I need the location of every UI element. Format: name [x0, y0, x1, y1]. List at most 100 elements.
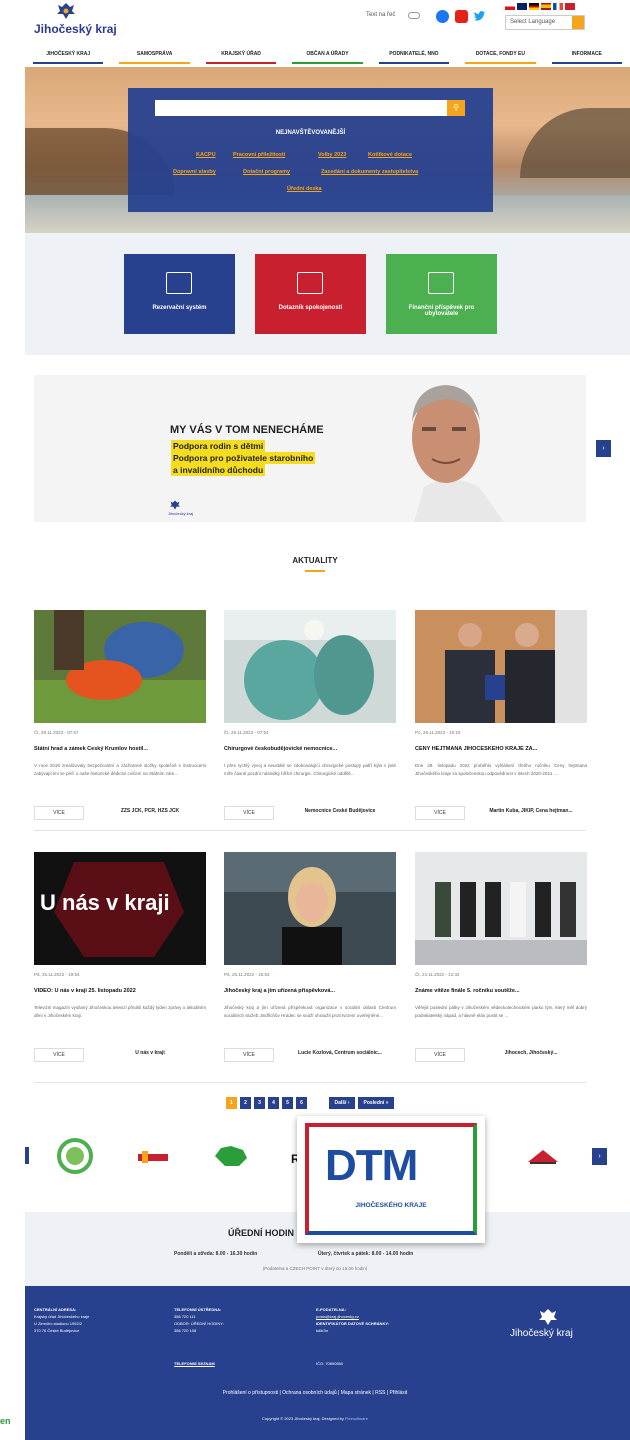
news-more-button[interactable]: VÍCE: [34, 1048, 84, 1062]
news-excerpt: Dne 28. listopadu 2022 proběhlo vyhlášen…: [415, 763, 587, 776]
partner-logo-house[interactable]: [526, 1148, 560, 1166]
news-title[interactable]: Chirurgové českobudějovické nemocnice...: [224, 746, 396, 752]
news-image[interactable]: [415, 610, 587, 723]
news-tags[interactable]: Lucie Kozlová, Centrum sociálníc...: [284, 1050, 396, 1056]
news-image[interactable]: [224, 610, 396, 723]
quick-link[interactable]: Úřední deska: [287, 186, 322, 192]
news-image[interactable]: [224, 852, 396, 965]
twitter-icon[interactable]: [473, 10, 486, 23]
page-button[interactable]: 2: [240, 1097, 251, 1109]
page-button[interactable]: 1: [226, 1097, 237, 1109]
news-tags[interactable]: ZZS JČK, PČR, HZS JČK: [94, 808, 206, 814]
quick-link[interactable]: Dopravní stavby: [173, 169, 216, 175]
news-more-button[interactable]: VÍCE: [415, 1048, 465, 1062]
facebook-icon[interactable]: [436, 10, 449, 23]
news-title[interactable]: Známe vítěze finále 5. ročníku soutěže..…: [415, 988, 587, 994]
office-hours-tue-fri: Úterý, čtvrtek a pátek: 8.00 - 14.00 hod…: [318, 1251, 414, 1257]
news-date: Pá, 25.11.2022 - 15:53: [224, 972, 270, 977]
text-to-speech-toggle[interactable]: [408, 12, 420, 19]
language-select-label: Select Language: [510, 19, 556, 25]
nav-item[interactable]: JIHOČESKÝ KRAJ: [25, 45, 111, 67]
partner-logo-red[interactable]: [138, 1150, 168, 1164]
news-title[interactable]: VIDEO: U nás v kraji 25. listopadu 2022: [34, 988, 206, 994]
main-nav: JIHOČESKÝ KRAJ SAMOSPRÁVA KRAJSKÝ ÚŘAD OBČA…: [25, 45, 630, 67]
news-card[interactable]: Čt, 29.11.2023 - 07:57 Státní hrad a záme…: [34, 610, 206, 840]
quick-link[interactable]: Zasedání a dokumenty zastupitelstva: [321, 169, 418, 175]
tile-survey[interactable]: Dotazník spokojenosti: [255, 254, 366, 334]
language-select[interactable]: Select Language: [505, 15, 585, 30]
news-card[interactable]: Pá, 25.11.2022 - 15:53 Jihočeský kraj a j…: [224, 852, 396, 1082]
news-more-button[interactable]: VÍCE: [224, 806, 274, 820]
tile-reservation[interactable]: Rezervační systém: [124, 254, 235, 334]
news-card[interactable]: Čt, 24.11.2022 - 12:32 Známe vítěze finál…: [415, 852, 587, 1082]
page-button[interactable]: 4: [268, 1097, 279, 1109]
news-more-button[interactable]: VÍCE: [34, 806, 84, 820]
flag-de-icon[interactable]: [529, 3, 539, 10]
news-more-button[interactable]: VÍCE: [224, 1048, 274, 1062]
nav-item[interactable]: PODNIKATELÉ, NNO: [371, 45, 457, 67]
footer-phone-number[interactable]: 386 720 111: [174, 1314, 196, 1319]
news-image[interactable]: [415, 852, 587, 965]
partner-logo-ring[interactable]: [57, 1138, 93, 1174]
youtube-icon[interactable]: [455, 10, 468, 23]
partners-next-button[interactable]: ›: [592, 1148, 607, 1165]
site-logo[interactable]: Jihočeský kraj: [34, 2, 117, 40]
flag-fr-icon[interactable]: [553, 3, 563, 10]
flag-other-icon[interactable]: [565, 3, 575, 10]
footer-logo-text: Jihočeský kraj: [510, 1328, 573, 1339]
nav-item[interactable]: DOTACE, FONDY EU: [457, 45, 543, 67]
edge-text: en: [0, 1416, 11, 1426]
quick-link[interactable]: Pracovní příležitosti: [233, 152, 285, 158]
page-button[interactable]: 3: [254, 1097, 265, 1109]
partner-logo-map[interactable]: [213, 1144, 249, 1168]
search-button[interactable]: ⚲: [447, 100, 465, 116]
dtm-popup-logo[interactable]: DTM JIHOČESKÉHO KRAJE: [297, 1116, 485, 1243]
footer-epodatelna-email[interactable]: posta@kraj-jihocesky.cz: [316, 1314, 359, 1319]
news-card[interactable]: U nás v kraji Pá, 25.11.2022 - 19:54 VIDEO…: [34, 852, 206, 1082]
flag-es-icon[interactable]: [541, 3, 551, 10]
footer-info-phone[interactable]: 386 720 108: [174, 1328, 196, 1333]
news-title[interactable]: CENY HEJTMANA JIHOČESKÉHO KRAJE ZA...: [415, 746, 587, 752]
news-more-button[interactable]: VÍCE: [415, 806, 465, 820]
quick-link[interactable]: Dotační programy: [243, 169, 290, 175]
partners-prev-button[interactable]: [25, 1147, 29, 1164]
footer-copyright: Copyright © 2023 Jihočeský kraj. Designe…: [0, 1416, 630, 1421]
search-input[interactable]: [155, 100, 455, 116]
footer-phone-list[interactable]: TELEFONNÍ SEZNAM: [174, 1360, 215, 1367]
news-title[interactable]: Státní hrad a zámek Český Krumlov hostil…: [34, 746, 206, 752]
news-excerpt: Televizní magazín vysílaný Jihočeskou te…: [34, 1005, 206, 1018]
flag-cz-icon[interactable]: [505, 3, 515, 10]
phone-list-link[interactable]: TELEFONNÍ SEZNAM: [174, 1361, 215, 1366]
nav-item[interactable]: OBČAN A ÚŘADY: [284, 45, 370, 67]
nav-item-label: KRAJSKÝ ÚŘAD: [221, 51, 261, 57]
news-tags[interactable]: U nás v kraji: [94, 1050, 206, 1056]
search-icon: ⚲: [453, 103, 459, 112]
quick-link[interactable]: KACPU: [196, 152, 216, 158]
page-button[interactable]: 6: [296, 1097, 307, 1109]
banner-next-button[interactable]: ›: [596, 440, 611, 457]
flag-en-icon[interactable]: [517, 3, 527, 10]
news-tags[interactable]: Nemocnice České Budějovice: [284, 808, 396, 814]
copyright-text: Copyright © 2023 Jihočeský kraj. Designe…: [262, 1416, 344, 1421]
news-tags[interactable]: Martin Kuba, JIKIP, Cena hejtman...: [475, 808, 587, 814]
news-date: Pá, 25.11.2022 - 19:54: [34, 972, 80, 977]
news-image[interactable]: [34, 610, 206, 723]
page-button[interactable]: 5: [282, 1097, 293, 1109]
news-tags[interactable]: Jihocech, Jihočeský...: [475, 1050, 587, 1056]
last-page-button[interactable]: Poslední »: [358, 1097, 394, 1109]
designer-link[interactable]: Fleesoftware: [345, 1416, 368, 1421]
office-hours-note: (Podatelna a CZECH POINT v úterý do 15.0…: [262, 1266, 368, 1271]
news-card[interactable]: Po, 28.11.2023 - 10:15 CENY HEJTMANA JIHO…: [415, 610, 587, 840]
nav-item[interactable]: KRAJSKÝ ÚŘAD: [198, 45, 284, 67]
quick-link[interactable]: Volby 2023: [318, 152, 346, 158]
news-card[interactable]: Čt, 29.11.2023 - 07:54 Chirurgové českobu…: [224, 610, 396, 840]
next-page-button[interactable]: Další ›: [329, 1097, 355, 1109]
footer-links[interactable]: Prohlášení o přístupnosti | Ochrana osob…: [0, 1390, 630, 1396]
nav-item[interactable]: INFORMACE: [544, 45, 630, 67]
news-image[interactable]: U nás v kraji: [34, 852, 206, 965]
quick-link[interactable]: Kotlíkové dotace: [368, 152, 412, 158]
footer-logo[interactable]: Jihočeský kraj: [510, 1308, 590, 1344]
nav-item[interactable]: SAMOSPRÁVA: [111, 45, 197, 67]
news-title[interactable]: Jihočeský kraj a jím uřízená příspěvková…: [224, 988, 396, 994]
tile-accommodation-grant[interactable]: Finanční příspěvek pro ubytovatele: [386, 254, 497, 334]
